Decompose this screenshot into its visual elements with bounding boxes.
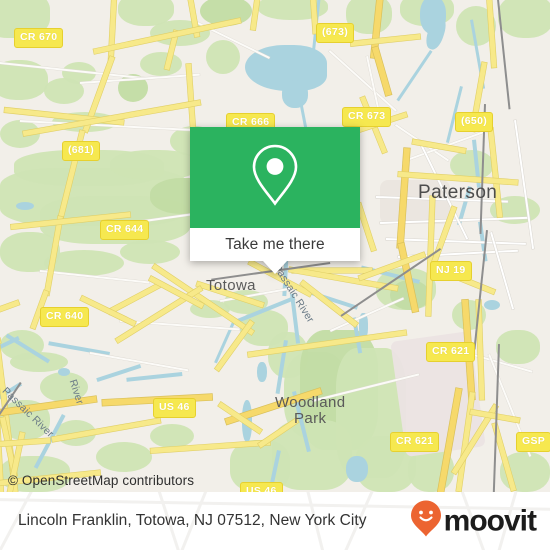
road-shield-cr621: CR 621 (390, 432, 440, 452)
park-area (498, 0, 550, 38)
road-shield-cr640: CR 640 (40, 307, 90, 327)
location-pin-icon (248, 142, 302, 213)
road-shield-650: (650) (455, 112, 494, 132)
popup-pointer (263, 261, 287, 274)
park-area (140, 52, 182, 76)
road-shield-cr673: CR 673 (342, 107, 392, 127)
take-me-there-button[interactable]: Take me there (225, 236, 325, 254)
lake (58, 368, 70, 376)
moovit-map-page: Passaic River River Passaic River Paters… (0, 0, 550, 550)
local-road (385, 238, 526, 245)
road-shield-cr644: CR 644 (100, 220, 150, 240)
road-shield-cr621: CR 621 (426, 342, 476, 362)
lake (257, 362, 267, 382)
highway (107, 282, 163, 315)
lake (346, 456, 368, 482)
road-shield-us46: US 46 (240, 482, 283, 492)
park-area (206, 40, 240, 74)
park-area (150, 424, 194, 448)
road-shield-gsp: GSP (516, 432, 550, 452)
address-text: Lincoln Franklin, Totowa, NJ 07512, New … (18, 512, 367, 529)
lake (282, 80, 308, 108)
moovit-smiley-pin-icon (410, 500, 442, 543)
river (126, 372, 183, 382)
highway (350, 34, 421, 47)
lake (16, 202, 34, 210)
place-label-totowa: Totowa (206, 277, 256, 294)
popup-action-row[interactable]: Take me there (190, 228, 360, 261)
place-label-woodland: Woodland (275, 394, 346, 411)
road-shield-us46: US 46 (153, 398, 196, 418)
park-area (496, 330, 540, 364)
road-shield-nj19: NJ 19 (430, 261, 472, 281)
highway (0, 300, 20, 329)
highway (108, 0, 117, 61)
highway (115, 286, 203, 344)
river (396, 50, 433, 102)
place-label-park: Park (294, 410, 327, 427)
popup-header (190, 127, 360, 228)
park-area (120, 240, 180, 264)
location-popup-card[interactable]: Take me there (190, 127, 360, 274)
road-shield-681: (681) (62, 141, 101, 161)
osm-attribution[interactable]: © OpenStreetMap contributors (8, 473, 194, 488)
moovit-brand[interactable]: moovit (410, 500, 537, 543)
place-label-paterson: Paterson (418, 182, 498, 203)
road-shield-cr670: CR 670 (14, 28, 64, 48)
road-shield-673: (673) (316, 23, 355, 43)
footer-bar: Lincoln Franklin, Totowa, NJ 07512, New … (0, 492, 550, 550)
lake (484, 300, 500, 310)
park-area (96, 442, 152, 472)
moovit-wordmark: moovit (443, 504, 537, 537)
